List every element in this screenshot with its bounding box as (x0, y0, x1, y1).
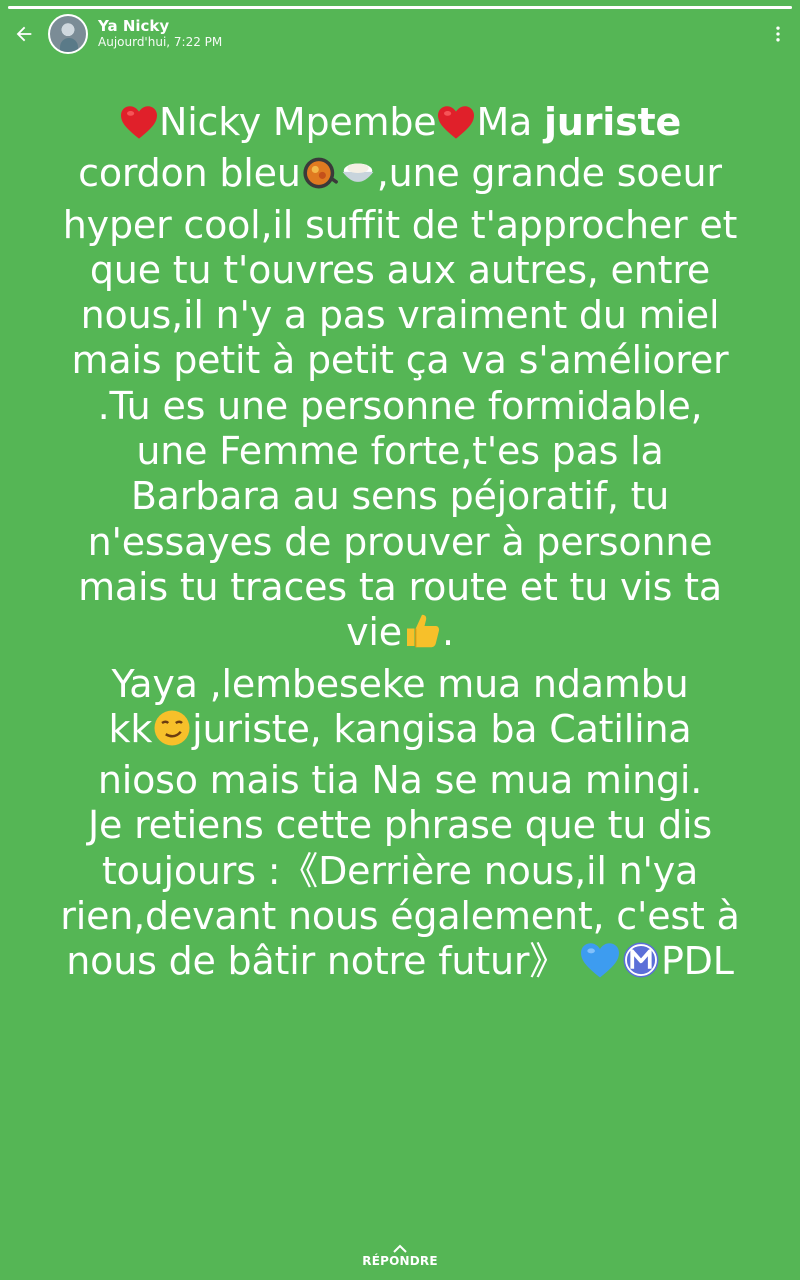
status-line-4: que tu t'ouvres aux autres, entre (89, 247, 711, 292)
status-line-3: hyper cool,il suffit de t'approcher et (62, 202, 738, 247)
status-progress-bar (8, 6, 792, 9)
status-line-12-post: . (441, 610, 454, 655)
status-line-19-post: PDL (660, 939, 734, 984)
status-line-16: Je retiens cette phrase que tu dis (88, 803, 712, 848)
status-line-1-ma: Ma (476, 100, 545, 144)
status-line-9: Barbara au sens péjoratif, tu (130, 474, 670, 519)
status-line-6: mais petit à petit ça va s'améliorer (71, 338, 729, 383)
chevron-up-icon (393, 1244, 407, 1253)
status-line-14-post: juriste, kangisa ba Catilina (192, 706, 692, 751)
status-line-14-pre: kk (108, 706, 153, 751)
status-line-19-pre: nous de bâtir notre futur》 (66, 939, 579, 984)
status-viewer: Ya Nicky Aujourd'hui, 7:22 PM Nicky Mpem… (0, 0, 800, 1280)
status-line-8: une Femme forte,t'es pas la (136, 429, 664, 474)
status-line-10: n'essayes de prouver à personne (87, 519, 713, 564)
arrow-left-icon (16, 26, 32, 42)
smirking-face-icon (152, 708, 192, 758)
rice-bowl-icon (339, 154, 377, 202)
thumbs-up-icon (402, 611, 442, 661)
status-line-2-post: ,une grande soeur (376, 151, 722, 196)
status-line-1-bold: juriste (544, 100, 682, 144)
circled-m-icon (621, 940, 661, 990)
status-line-7: .Tu es une personne formidable, (97, 383, 703, 428)
reply-label: RÉPONDRE (362, 1254, 438, 1268)
shallow-pan-food-icon (301, 154, 339, 202)
more-options-button[interactable] (758, 12, 798, 56)
contact-name: Ya Nicky (98, 17, 170, 36)
status-text: Nicky Mpembe Ma juriste cordon bleu ,une g… (14, 100, 786, 991)
status-line-13: Yaya ,lembeseke mua ndambu (111, 661, 689, 706)
red-heart-icon (119, 105, 159, 151)
back-button[interactable] (2, 12, 46, 56)
status-line-18: rien,devant nous également, c'est à (60, 894, 740, 939)
status-line-5: nous,il n'y a pas vraiment du miel (80, 293, 720, 338)
blue-heart-icon (579, 942, 621, 990)
reply-button[interactable]: RÉPONDRE (0, 1244, 800, 1268)
status-line-17: toujours :《Derrière nous,il n'ya (101, 848, 699, 893)
status-line-1-name: Nicky Mpembe (158, 100, 437, 144)
contact-meta: Ya Nicky Aujourd'hui, 7:22 PM (98, 18, 222, 49)
status-line-2-pre: cordon bleu (78, 151, 301, 196)
status-header: Ya Nicky Aujourd'hui, 7:22 PM (0, 12, 800, 56)
status-progress-fill (8, 6, 792, 9)
status-line-15: nioso mais tia Na se mua mingi. (97, 758, 703, 803)
status-line-11: mais tu traces ta route et tu vis ta (78, 564, 722, 609)
status-timestamp: Aujourd'hui, 7:22 PM (98, 34, 223, 49)
avatar[interactable] (48, 14, 88, 54)
red-heart-icon (436, 105, 476, 151)
status-line-12-pre: vie (346, 610, 402, 655)
more-vertical-icon (776, 26, 780, 42)
